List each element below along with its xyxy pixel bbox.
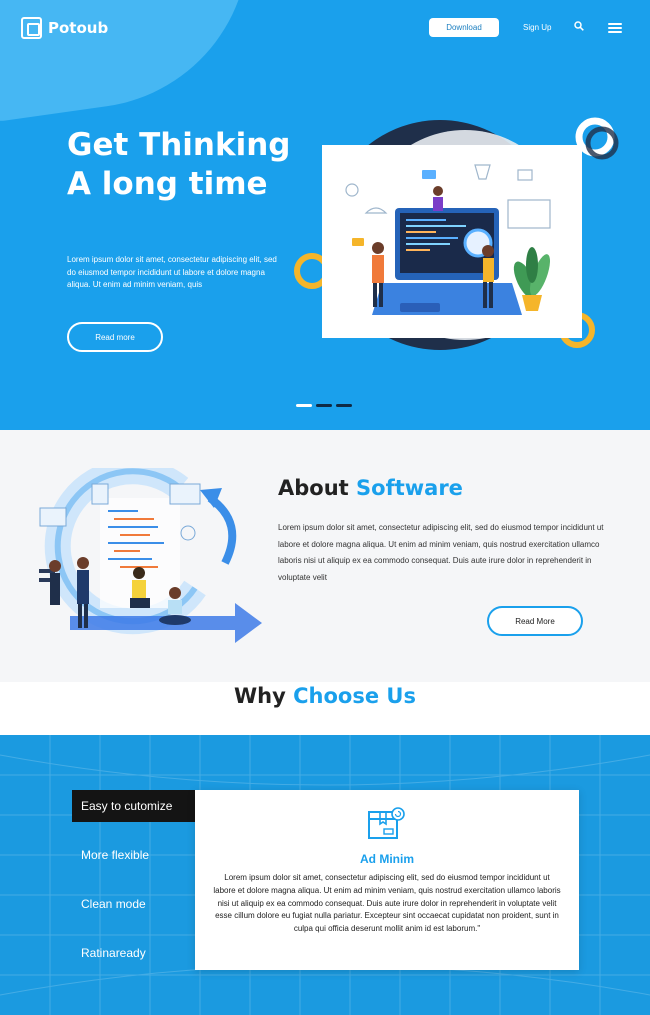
slider-dot-1[interactable]: [296, 404, 312, 407]
tab-easy-to-customize[interactable]: Easy to cutomize: [72, 790, 195, 822]
logo-icon: [21, 17, 42, 39]
download-button[interactable]: Download: [429, 18, 499, 37]
logo[interactable]: Potoub: [21, 17, 108, 39]
slider-dot-2[interactable]: [316, 404, 332, 407]
feature-card-title: Ad Minim: [360, 852, 414, 866]
tab-more-flexible[interactable]: More flexible: [72, 839, 195, 871]
features-section: Easy to cutomize More flexible Clean mod…: [0, 735, 650, 1015]
about-section: About Software Lorem ipsum dolor sit ame…: [0, 430, 650, 682]
about-title-accent: Software: [356, 476, 463, 500]
hero-description: Lorem ipsum dolor sit amet, consectetur …: [67, 255, 277, 290]
hero-title: Get Thinking A long time: [67, 127, 291, 202]
slider-dots: [296, 404, 352, 407]
about-title: About Software: [278, 476, 463, 500]
read-more-button[interactable]: Read more: [67, 322, 163, 352]
why-title: Why Choose Us: [0, 682, 650, 708]
feature-card-text: Lorem ipsum dolor sit amet, consectetur …: [213, 873, 561, 934]
slider-dot-3[interactable]: [336, 404, 352, 407]
about-title-plain: About: [278, 476, 349, 500]
tab-clean-mode[interactable]: Clean mode: [72, 888, 195, 920]
hamburger-icon[interactable]: [608, 23, 622, 33]
why-title-plain: Why: [234, 684, 286, 708]
box-refresh-icon: [368, 807, 405, 839]
about-description: Lorem ipsum dolor sit amet, consectetur …: [278, 523, 604, 582]
hero-section: Potoub Download Sign Up Get Thinking A l…: [0, 0, 650, 430]
about-read-more-button[interactable]: Read More: [487, 606, 583, 636]
why-title-accent: Choose Us: [293, 684, 416, 708]
why-section: Why Choose Us: [0, 682, 650, 735]
feature-card: Ad Minim Lorem ipsum dolor sit amet, con…: [195, 790, 579, 970]
signup-link[interactable]: Sign Up: [523, 23, 551, 32]
hero-illustration: [294, 117, 619, 350]
logo-text: Potoub: [48, 19, 109, 37]
top-navbar: Potoub Download Sign Up: [0, 0, 650, 58]
about-illustration: [39, 468, 262, 643]
tab-ratinaready[interactable]: Ratinaready: [72, 937, 195, 969]
search-icon[interactable]: [574, 21, 584, 31]
